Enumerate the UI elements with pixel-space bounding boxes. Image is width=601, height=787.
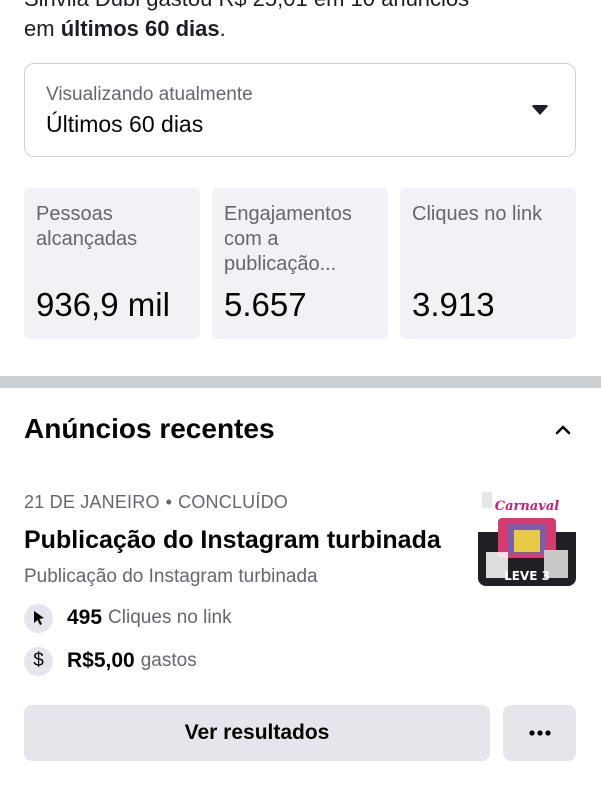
chevron-up-icon[interactable] <box>553 420 573 440</box>
summary-prefix: em <box>24 16 61 41</box>
metric-value: 5.657 <box>224 286 307 323</box>
stat-spend: $ R$5,00 gastos <box>24 646 197 676</box>
summary-period: últimos 60 dias <box>60 16 220 41</box>
cursor-icon <box>24 603 53 633</box>
metric-label: Engajamentos com a publicação... <box>224 203 352 275</box>
metric-label: Pessoas alcançadas <box>36 203 138 250</box>
ad-title[interactable]: Publicação do Instagram turbinada <box>24 526 441 555</box>
summary-suffix: . <box>219 16 226 41</box>
section-title: Anúncios recentes <box>24 413 275 444</box>
period-dropdown-value: Últimos 60 dias <box>46 111 204 137</box>
thumbnail-caption: LEVE 3 <box>504 569 550 583</box>
ad-date: 21 DE JANEIRO <box>24 492 160 512</box>
ad-meta: 21 DE JANEIRO • CONCLUÍDO <box>24 492 288 513</box>
more-dots-icon <box>528 730 551 736</box>
dollar-icon: $ <box>24 646 53 676</box>
summary-text: Sinvila Dubi gastou R$ 25,01 em 10 anúnc… <box>24 0 584 44</box>
ad-thumbnail[interactable]: Carnaval LEVE 3 <box>478 488 576 586</box>
metric-card-link-clicks[interactable]: Cliques no link 3.913 <box>400 188 576 339</box>
ad-subtitle: Publicação do Instagram turbinada <box>24 566 318 587</box>
spend-value: R$5,00 <box>67 649 135 672</box>
metric-value: 3.913 <box>412 286 495 323</box>
metric-card-reach[interactable]: Pessoas alcançadas 936,9 mil <box>24 188 200 339</box>
section-divider <box>0 376 601 388</box>
period-dropdown[interactable]: Visualizando atualmente Últimos 60 dias <box>24 63 576 157</box>
meta-separator: • <box>165 492 173 512</box>
view-results-button[interactable]: Ver resultados <box>24 705 490 761</box>
thumbnail-heading: Carnaval <box>495 499 559 514</box>
stat-link-clicks: 495 Cliques no link <box>24 603 232 633</box>
ad-status: CONCLUÍDO <box>178 492 288 512</box>
caret-down-icon <box>531 105 549 115</box>
link-clicks-unit: Cliques no link <box>108 607 232 628</box>
metric-value: 936,9 mil <box>36 286 170 323</box>
period-dropdown-label: Visualizando atualmente <box>46 84 253 105</box>
metric-label: Cliques no link <box>412 203 543 225</box>
spend-unit: gastos <box>140 650 197 671</box>
metrics-row: Pessoas alcançadas 936,9 mil Engajamento… <box>24 188 576 339</box>
link-clicks-value: 495 <box>67 606 103 629</box>
summary-cut-line: Sinvila Dubi gastou R$ 25,01 em 10 anúnc… <box>24 0 584 14</box>
metric-card-engagement[interactable]: Engajamentos com a publicação... 5.657 <box>212 188 388 339</box>
more-options-button[interactable] <box>503 705 576 761</box>
